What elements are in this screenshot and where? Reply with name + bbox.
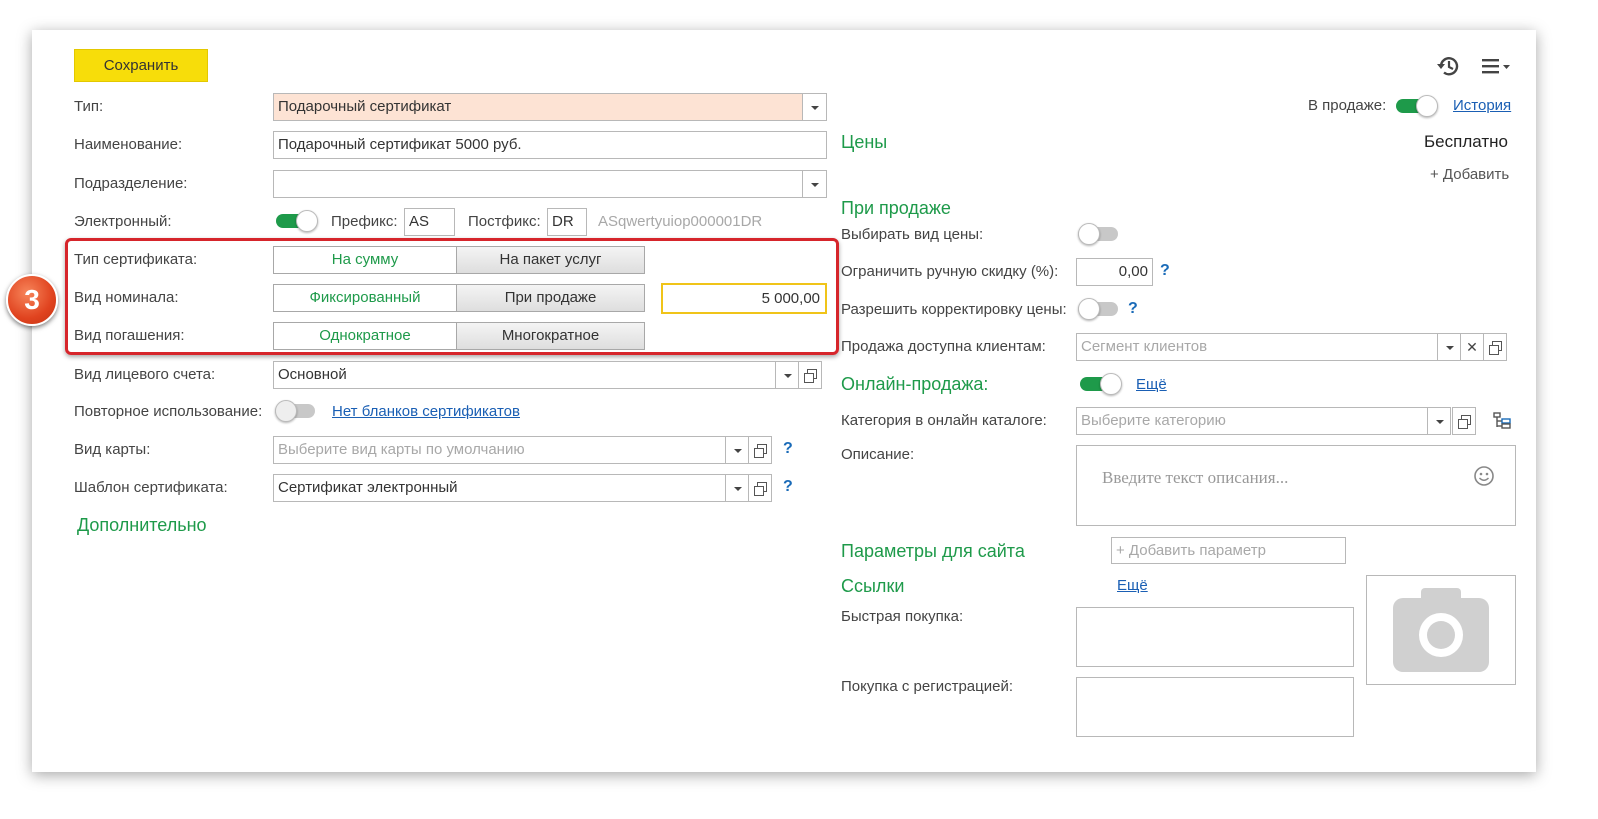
nominal-switch: Фиксированный При продаже xyxy=(273,284,645,312)
menu-icon[interactable] xyxy=(1482,56,1514,78)
quick-buy-label: Быстрая покупка: xyxy=(841,608,964,625)
prefix-label: Префикс: xyxy=(331,213,398,230)
open-icon xyxy=(754,482,767,496)
history-link[interactable]: История xyxy=(1453,96,1511,116)
electronic-label: Электронный: xyxy=(74,213,172,230)
limit-discount-label: Ограничить ручную скидку (%): xyxy=(841,263,1059,280)
clients-field[interactable]: Сегмент клиентов xyxy=(1076,333,1438,361)
template-help-icon[interactable]: ? xyxy=(783,477,793,497)
code-preview: ASqwertyuiop000001DR xyxy=(598,213,763,230)
template-dropdown-button[interactable] xyxy=(725,474,749,502)
allow-correction-toggle[interactable] xyxy=(1078,298,1120,320)
account-label: Вид лицевого счета: xyxy=(74,366,216,383)
reuse-label: Повторное использование: xyxy=(74,403,263,420)
online-sale-header: Онлайн-продажа: xyxy=(841,374,989,394)
links-header: Ссылки xyxy=(841,576,905,596)
cert-type-switch: На сумму На пакет услуг xyxy=(273,246,645,274)
no-blanks-link[interactable]: Нет бланков сертификатов xyxy=(332,402,520,422)
division-dropdown-button[interactable] xyxy=(802,170,827,198)
template-field[interactable]: Сертификат электронный xyxy=(273,474,726,502)
choose-price-toggle[interactable] xyxy=(1078,223,1120,245)
reuse-toggle[interactable] xyxy=(275,400,317,422)
on-sale-label: В продаже: xyxy=(1308,97,1387,114)
account-open-button[interactable] xyxy=(798,361,822,389)
nominal-option-fixed[interactable]: Фиксированный xyxy=(273,284,457,312)
clients-open-button[interactable] xyxy=(1483,333,1507,361)
add-price-button[interactable]: + Добавить xyxy=(1430,165,1509,185)
reg-buy-field[interactable] xyxy=(1076,677,1354,737)
card-help-icon[interactable]: ? xyxy=(783,439,793,459)
links-more-link[interactable]: Ещё xyxy=(1117,576,1148,596)
postfix-field[interactable]: DR xyxy=(547,208,587,236)
category-field[interactable]: Выберите категорию xyxy=(1076,407,1428,435)
card-open-button[interactable] xyxy=(748,436,772,464)
reg-buy-label: Покупка с регистрацией: xyxy=(841,678,1013,695)
clients-clear-button[interactable]: ✕ xyxy=(1460,333,1484,361)
choose-price-label: Выбирать вид цены: xyxy=(841,226,984,243)
category-label: Категория в онлайн каталоге: xyxy=(841,412,1047,429)
open-icon xyxy=(1489,341,1502,355)
prefix-field[interactable]: AS xyxy=(404,208,455,236)
add-param-field[interactable]: + Добавить параметр xyxy=(1111,537,1346,564)
card-dropdown-button[interactable] xyxy=(725,436,749,464)
description-label: Описание: xyxy=(841,446,915,463)
redeem-option-multiple[interactable]: Многократное xyxy=(457,322,645,350)
description-field[interactable]: Введите текст описания... xyxy=(1076,445,1516,526)
limit-discount-field[interactable]: 0,00 xyxy=(1076,258,1153,286)
nominal-value-field[interactable]: 5 000,00 xyxy=(661,283,827,314)
history-icon[interactable] xyxy=(1434,52,1462,80)
redeem-label: Вид погашения: xyxy=(74,327,185,344)
allow-correction-label: Разрешить корректировку цены: xyxy=(841,301,1067,318)
redeem-option-single[interactable]: Однократное xyxy=(273,322,457,350)
category-dropdown-button[interactable] xyxy=(1427,407,1451,435)
online-more-link[interactable]: Ещё xyxy=(1136,375,1167,395)
quick-buy-field[interactable] xyxy=(1076,607,1354,667)
prices-header: Цены xyxy=(841,132,888,152)
open-icon xyxy=(754,444,767,458)
camera-icon xyxy=(1393,588,1489,672)
on-sale-header: При продаже xyxy=(841,198,951,218)
type-field[interactable]: Подарочный сертификат xyxy=(273,93,803,121)
account-dropdown-button[interactable] xyxy=(775,361,799,389)
nominal-option-on-sale[interactable]: При продаже xyxy=(457,284,645,312)
step-badge: 3 xyxy=(6,274,58,326)
open-icon xyxy=(804,369,817,383)
card-field[interactable]: Выберите вид карты по умолчанию xyxy=(273,436,726,464)
free-label: Бесплатно xyxy=(1424,132,1508,151)
division-label: Подразделение: xyxy=(74,175,188,192)
clients-label: Продажа доступна клиентам: xyxy=(841,338,1046,355)
additional-section[interactable]: Дополнительно xyxy=(77,514,207,536)
category-open-button[interactable] xyxy=(1452,407,1476,435)
limit-discount-help-icon[interactable]: ? xyxy=(1160,261,1170,281)
name-label: Наименование: xyxy=(74,136,183,153)
postfix-label: Постфикс: xyxy=(468,213,541,230)
category-tree-icon[interactable] xyxy=(1492,411,1512,431)
clients-dropdown-button[interactable] xyxy=(1437,333,1461,361)
name-field[interactable]: Подарочный сертификат 5000 руб. xyxy=(273,131,827,159)
form-panel: Сохранить Тип: Подарочный сертификат Наи… xyxy=(6,30,1536,772)
emoji-icon[interactable] xyxy=(1473,465,1495,487)
electronic-toggle[interactable] xyxy=(276,210,318,232)
cert-type-option-sum[interactable]: На сумму xyxy=(273,246,457,274)
save-button[interactable]: Сохранить xyxy=(74,49,208,82)
type-dropdown-button[interactable] xyxy=(802,93,827,121)
open-icon xyxy=(1458,415,1471,429)
account-field[interactable]: Основной xyxy=(273,361,776,389)
on-sale-toggle[interactable] xyxy=(1396,95,1438,117)
card-label: Вид карты: xyxy=(74,441,151,458)
nominal-label: Вид номинала: xyxy=(74,289,179,306)
site-params-header: Параметры для сайта xyxy=(841,541,1025,561)
template-label: Шаблон сертификата: xyxy=(74,479,228,496)
online-sale-toggle[interactable] xyxy=(1080,373,1122,395)
type-label: Тип: xyxy=(74,98,104,115)
photo-placeholder[interactable] xyxy=(1366,575,1516,685)
template-open-button[interactable] xyxy=(748,474,772,502)
cert-type-label: Тип сертификата: xyxy=(74,251,198,268)
redeem-switch: Однократное Многократное xyxy=(273,322,645,350)
cert-type-option-package[interactable]: На пакет услуг xyxy=(457,246,645,274)
division-field[interactable] xyxy=(273,170,803,198)
description-placeholder: Введите текст описания... xyxy=(1102,468,1289,487)
allow-correction-help-icon[interactable]: ? xyxy=(1128,299,1138,319)
